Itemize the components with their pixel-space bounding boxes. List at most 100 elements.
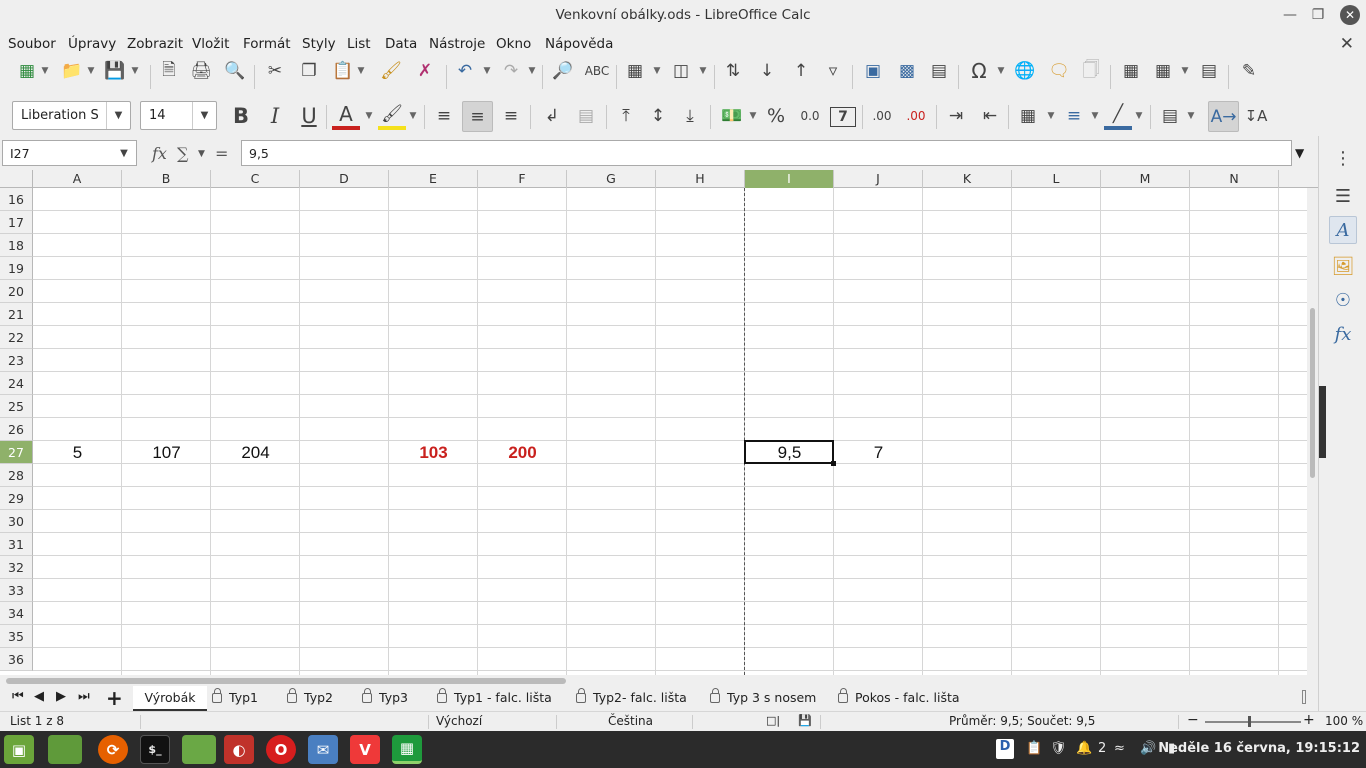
selection-summary[interactable]: Průměr: 9,5; Součet: 9,5 (949, 714, 1095, 728)
row-header-23[interactable]: 23 (0, 349, 33, 372)
functions-icon[interactable]: fx (1329, 320, 1357, 348)
sort-icon[interactable]: ⇅ (720, 57, 746, 85)
new-document-icon[interactable]: ▦ (14, 57, 40, 85)
column-header-e[interactable]: E (389, 170, 478, 188)
close-document-icon[interactable]: ✕ (1340, 34, 1354, 54)
sheet-tab-typ1[interactable]: Typ1 (212, 686, 258, 711)
cell-a27[interactable]: 5 (33, 441, 122, 464)
paste-icon[interactable]: 📋 (330, 57, 356, 85)
column-header-i[interactable]: I (745, 170, 834, 188)
text-direction-tb-icon[interactable]: ↧A (1242, 102, 1270, 130)
menu-nastroje[interactable]: Nástroje (429, 36, 485, 52)
highlight-color-icon[interactable]: 🖌 (378, 102, 406, 130)
sheet-tab-vyrobak[interactable]: Výrobák (133, 686, 207, 711)
horizontal-scroll-thumb[interactable] (6, 678, 566, 684)
calc-icon[interactable]: ▦ (392, 735, 422, 764)
name-box[interactable]: I27 ▼ (2, 140, 137, 166)
row-header-22[interactable]: 22 (0, 326, 33, 349)
fill-handle[interactable] (831, 461, 836, 466)
cell-f27[interactable]: 200 (478, 441, 567, 464)
chevron-down-icon[interactable]: ▼ (106, 102, 130, 129)
undo-icon[interactable]: ↶ (452, 57, 478, 85)
zoom-level[interactable]: 100 % (1325, 714, 1363, 728)
copy-icon[interactable]: ❐ (296, 57, 322, 85)
menu-data[interactable]: Data (385, 36, 417, 52)
row-header-28[interactable]: 28 (0, 464, 33, 487)
gallery-icon[interactable]: 🖼 (1329, 252, 1357, 280)
column-icon[interactable]: ◫ (668, 57, 694, 85)
menu-napoveda[interactable]: Nápověda (545, 36, 613, 52)
clock[interactable]: Neděle 16 června, 19:15:12 (1158, 741, 1360, 756)
zoom-in-icon[interactable]: + (1303, 712, 1315, 728)
add-sheet-icon[interactable]: + (106, 686, 123, 710)
freeze-rows-icon[interactable]: ▦ (1150, 57, 1176, 85)
number-format-icon[interactable]: 0.0 (794, 102, 826, 130)
row-header-29[interactable]: 29 (0, 487, 33, 510)
vertical-scrollbar[interactable] (1307, 188, 1318, 675)
mint-menu-icon[interactable]: ▣ (4, 735, 34, 764)
mail-icon[interactable]: ✉ (308, 735, 338, 764)
column-header-g[interactable]: G (567, 170, 656, 188)
sort-descending-icon[interactable]: ↑ (788, 57, 814, 85)
currency-icon[interactable]: 💵 (718, 102, 746, 130)
select-all-corner[interactable] (0, 170, 33, 188)
dropbox-icon[interactable]: D (996, 739, 1014, 759)
previous-sheet-icon[interactable]: ◀ (34, 689, 44, 704)
row-header-21[interactable]: 21 (0, 303, 33, 326)
spelling-icon[interactable]: ABC (584, 57, 610, 85)
column-header-j[interactable]: J (834, 170, 923, 188)
cell-e27[interactable]: 103 (389, 441, 478, 464)
column-header-f[interactable]: F (478, 170, 567, 188)
prism-icon[interactable]: ◐ (224, 735, 254, 764)
border-style-icon[interactable]: ≡ (1060, 102, 1088, 130)
save-icon[interactable]: 💾 (102, 57, 128, 85)
row-header-19[interactable]: 19 (0, 257, 33, 280)
menu-format[interactable]: Formát (243, 36, 291, 52)
sheet-tab-pokos[interactable]: Pokos - falc. lišta (838, 686, 960, 711)
center-vertically-icon[interactable]: ↕ (644, 102, 672, 130)
menu-upravy[interactable]: Úpravy (68, 36, 116, 52)
sum-icon[interactable]: ∑ (177, 144, 188, 163)
terminal-icon[interactable]: $_ (140, 735, 170, 764)
clipboard-icon[interactable]: 📋 (1026, 741, 1042, 756)
italic-icon[interactable]: I (262, 102, 288, 130)
sum-dropdown-icon[interactable]: ▼ (198, 149, 205, 159)
open-dropdown-icon[interactable]: ▼ (86, 57, 96, 85)
sheet-tab-typ2-falc[interactable]: Typ2- falc. lišta (576, 686, 687, 711)
currency-dropdown-icon[interactable]: ▼ (748, 102, 758, 130)
row-header-31[interactable]: 31 (0, 533, 33, 556)
row-header-36[interactable]: 36 (0, 648, 33, 671)
selection-mode-icon[interactable]: □| (766, 714, 780, 727)
spreadsheet-grid[interactable]: ABCDEFGHIJKLMN 16 17 18 19 20 21 22 23 24 25 26 27 2… (0, 170, 1318, 675)
column-header-h[interactable]: H (656, 170, 745, 188)
column-header-m[interactable]: M (1101, 170, 1190, 188)
menu-okno[interactable]: Okno (496, 36, 531, 52)
save-dropdown-icon[interactable]: ▼ (130, 57, 140, 85)
undo-dropdown-icon[interactable]: ▼ (482, 57, 492, 85)
formula-icon[interactable]: = (215, 144, 228, 163)
row-header-35[interactable]: 35 (0, 625, 33, 648)
files-icon[interactable] (182, 735, 216, 764)
column-header-a[interactable]: A (33, 170, 122, 188)
border-style-dropdown-icon[interactable]: ▼ (1090, 102, 1100, 130)
special-character-dropdown-icon[interactable]: ▼ (996, 57, 1006, 85)
sheet-tab-typ3[interactable]: Typ3 (362, 686, 408, 711)
redo-dropdown-icon[interactable]: ▼ (527, 57, 537, 85)
horizontal-scrollbar[interactable] (0, 675, 1318, 686)
freeze-dropdown-icon[interactable]: ▼ (1180, 57, 1190, 85)
special-character-icon[interactable]: Ω (966, 57, 992, 85)
paste-dropdown-icon[interactable]: ▼ (356, 57, 366, 85)
menu-list[interactable]: List (347, 36, 371, 52)
add-decimal-icon[interactable]: .00 (866, 102, 898, 130)
vivaldi-icon[interactable]: V (350, 735, 380, 764)
tab-split-handle[interactable] (1302, 690, 1306, 704)
autofilter-icon[interactable]: ▿ (820, 57, 846, 85)
row-header-20[interactable]: 20 (0, 280, 33, 303)
define-print-area-icon[interactable]: ▦ (1118, 57, 1144, 85)
increase-indent-icon[interactable]: ⇥ (942, 102, 970, 130)
row-header-18[interactable]: 18 (0, 234, 33, 257)
clear-formatting-icon[interactable]: ✗ (412, 57, 438, 85)
date-format-icon[interactable]: 7 (830, 107, 856, 127)
properties-icon[interactable]: ☰ (1329, 182, 1357, 210)
borders-icon[interactable]: ▦ (1014, 102, 1042, 130)
